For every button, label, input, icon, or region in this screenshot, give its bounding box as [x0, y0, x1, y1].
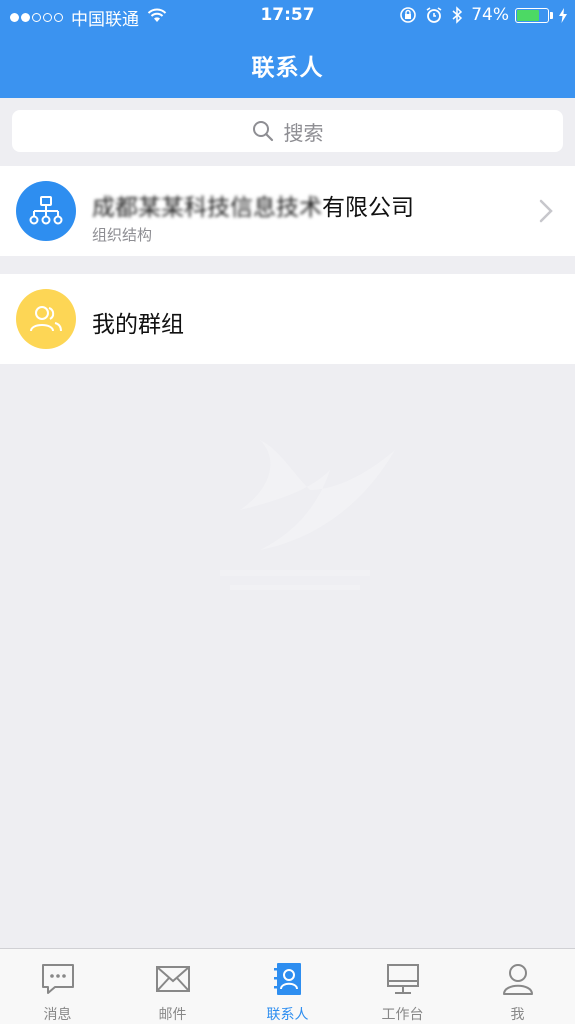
search-icon	[252, 121, 273, 142]
search-input[interactable]: 搜索	[12, 110, 563, 152]
org-subtitle: 组织结构	[92, 226, 153, 244]
bluetooth-icon	[451, 6, 463, 24]
search-area: 搜索	[0, 98, 575, 164]
page-title: 联系人	[251, 55, 324, 81]
workbench-icon	[386, 961, 420, 996]
tab-contacts[interactable]: 联系人	[230, 949, 345, 1024]
charging-icon	[559, 7, 567, 23]
tab-mail[interactable]: 邮件	[115, 949, 230, 1024]
bottom-tab-bar: 消息 邮件 联系人 工作台 我	[0, 948, 575, 1024]
tab-workbench[interactable]: 工作台	[345, 949, 460, 1024]
tab-me[interactable]: 我	[460, 949, 575, 1024]
chevron-right-icon	[539, 199, 553, 227]
alarm-icon	[425, 6, 443, 24]
group-name: 我的群组	[92, 312, 184, 338]
battery-percent: 74%	[471, 5, 509, 25]
group-avatar	[16, 289, 76, 349]
header-bar: 中国联通 17:57 74% 联系人	[0, 0, 575, 98]
tab-messages[interactable]: 消息	[0, 949, 115, 1024]
message-icon	[41, 961, 75, 996]
battery-tip	[550, 11, 553, 19]
my-groups-row[interactable]: 我的群组	[0, 274, 575, 364]
profile-icon	[502, 961, 534, 996]
tab-label: 消息	[43, 1007, 72, 1023]
status-bar: 中国联通 17:57 74%	[0, 0, 575, 34]
rotation-lock-icon	[399, 6, 417, 24]
tab-label: 邮件	[158, 1007, 187, 1023]
tab-label: 工作台	[381, 1007, 424, 1023]
mail-icon	[155, 961, 191, 996]
org-structure-row[interactable]: 成都某某科技信息技术有限公司 组织结构	[0, 166, 575, 256]
org-chart-icon	[29, 196, 63, 225]
tab-label: 我	[510, 1007, 525, 1023]
org-avatar	[16, 181, 76, 241]
battery-icon	[515, 7, 549, 23]
status-right: 74%	[391, 5, 567, 25]
group-people-icon	[30, 306, 62, 332]
org-name-suffix: 有限公司	[322, 195, 414, 221]
tab-label: 联系人	[266, 1007, 309, 1023]
org-name: 成都某某科技信息技术有限公司	[92, 188, 414, 222]
search-placeholder: 搜索	[283, 120, 324, 145]
watermark-logo	[220, 430, 400, 600]
contacts-icon	[273, 961, 302, 996]
org-name-obscured: 成都某某科技信息技术	[92, 195, 322, 221]
